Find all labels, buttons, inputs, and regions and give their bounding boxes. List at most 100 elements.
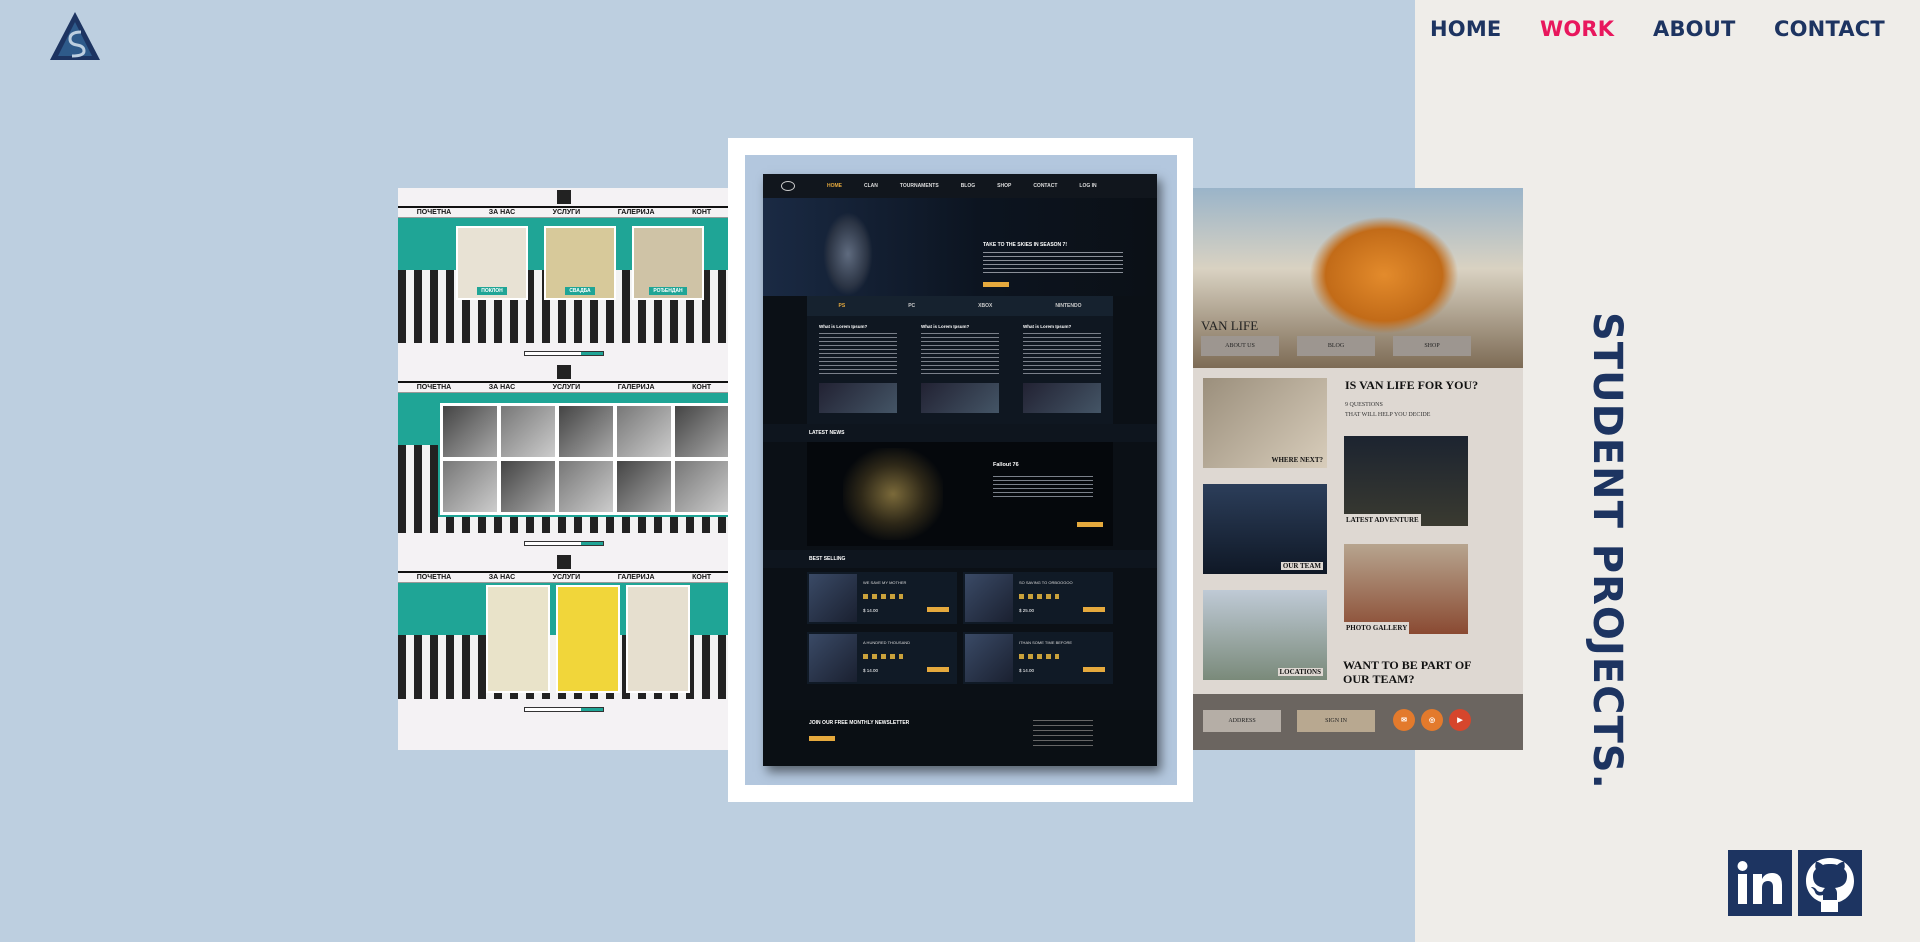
pc-column-heading: What is Lorem Ipsum? <box>921 324 970 329</box>
pc-nav: HOME CLAN TOURNAMENTS BLOG SHOP CONTACT … <box>763 174 1157 198</box>
pc-tab: NINTENDO <box>1055 303 1082 309</box>
pr-social-icon: ✉ <box>1393 709 1415 731</box>
pc-column: What is Lorem Ipsum? <box>921 324 999 424</box>
pr-question: IS VAN LIFE FOR YOU? <box>1345 378 1479 392</box>
pl-nav-item: КОНТ <box>692 209 712 216</box>
pl-card-label: РОЂЕНДАН <box>649 287 687 295</box>
pc-item-name: ITHAN SOME TIME BEFORE <box>1019 640 1073 645</box>
pc-nav-item: TOURNAMENTS <box>899 183 939 189</box>
pl-card <box>486 585 550 693</box>
pc-item-name: SO SAVING TO ORBOOGOO <box>1019 580 1073 585</box>
pl-nav: ПОЧЕТНА ЗА НАС УСЛУГИ ГАЛЕРИЈА КОНТ <box>398 381 730 393</box>
pl-form <box>524 706 604 712</box>
nav-work[interactable]: WORK <box>1540 17 1614 41</box>
project-preview-van-life[interactable]: VAN LIFE ABOUT US BLOG SHOP WHERE NEXT? … <box>1193 188 1523 750</box>
pl-footer <box>398 343 730 363</box>
pr-social-icon: ▶ <box>1449 709 1471 731</box>
pl-nav-item: ПОЧЕТНА <box>416 209 452 216</box>
pc-column-heading: What is Lorem Ipsum? <box>819 324 868 329</box>
pc-logo-icon <box>781 181 795 191</box>
social-links <box>1728 850 1862 916</box>
pc-hero-image <box>823 212 873 296</box>
pl-nav: ПОЧЕТНА ЗА НАС УСЛУГИ ГАЛЕРИЈА КОНТ <box>398 206 730 218</box>
pc-column-heading: What is Lorem Ipsum? <box>1023 324 1072 329</box>
pc-item-price: $ 25.00 <box>1019 608 1035 613</box>
pc-hero-title: TAKE TO THE SKIES IN SEASON 7! <box>983 242 1067 248</box>
pl-logo-icon <box>398 188 730 206</box>
pr-title: VAN LIFE <box>1201 318 1259 333</box>
pr-button: BLOG <box>1297 336 1375 356</box>
pr-thumb: LOCATIONS <box>1203 590 1327 680</box>
pr-thumb: OUR TEAM <box>1203 484 1327 574</box>
pl-nav-item: ПОЧЕТНА <box>416 384 452 391</box>
pl-card <box>626 585 690 693</box>
section-title-text: STUDENT PROJECTS. <box>1584 312 1630 790</box>
pl-logo-icon <box>398 553 730 571</box>
pl-nav-item: ГАЛЕРИЈА <box>617 574 655 581</box>
pr-footer-button: ADDRESS <box>1203 710 1281 732</box>
pc-latest-news-heading: LATEST NEWS <box>763 424 1157 442</box>
pl-card: РОЂЕНДАН <box>632 226 704 300</box>
pc-item-price: $ 14.00 <box>1019 668 1035 673</box>
pc-news: Fallout 76 <box>807 442 1113 546</box>
pr-footer-button: SIGN IN <box>1297 710 1375 732</box>
pl-form <box>524 540 604 546</box>
pl-gallery <box>438 401 730 517</box>
pr-hero: VAN LIFE ABOUT US BLOG SHOP <box>1193 188 1523 368</box>
pr-questions-sub: THAT WILL HELP YOU DECIDE <box>1345 412 1431 418</box>
pr-footer: ADDRESS SIGN IN ✉ ◎ ▶ <box>1193 694 1523 750</box>
project-preview-gaming-site[interactable]: HOME CLAN TOURNAMENTS BLOG SHOP CONTACT … <box>763 174 1157 766</box>
pc-tab: PC <box>908 303 916 309</box>
pc-nav-item: CONTACT <box>1033 183 1058 189</box>
pc-tab: XBOX <box>978 303 993 309</box>
pl-logo-icon <box>398 363 730 381</box>
pl-nav-item: ЗА НАС <box>488 384 516 391</box>
pl-form <box>524 350 604 356</box>
pc-news-image <box>843 448 943 540</box>
pl-section-1: ПОЧЕТНА ЗА НАС УСЛУГИ ГАЛЕРИЈА КОНТ ПОКЛ… <box>398 188 730 363</box>
pl-nav-item: ПОЧЕТНА <box>416 574 452 581</box>
pr-button: SHOP <box>1393 336 1471 356</box>
pr-buttons: ABOUT US BLOG SHOP <box>1201 336 1471 356</box>
linkedin-icon[interactable] <box>1728 850 1792 916</box>
project-preview-gift-shop[interactable]: ПОЧЕТНА ЗА НАС УСЛУГИ ГАЛЕРИЈА КОНТ ПОКЛ… <box>398 188 730 750</box>
pc-newsletter-button <box>809 736 835 741</box>
pl-card-label: СВАДБА <box>565 287 595 295</box>
github-icon[interactable] <box>1798 850 1862 916</box>
pl-nav-item: КОНТ <box>692 574 712 581</box>
pr-caption: OUR TEAM <box>1280 562 1323 570</box>
pl-nav-item: КОНТ <box>692 384 712 391</box>
pl-nav-item: УСЛУГИ <box>552 209 581 216</box>
pl-nav: ПОЧЕТНА ЗА НАС УСЛУГИ ГАЛЕРИЈА КОНТ <box>398 571 730 583</box>
pc-item: ITHAN SOME TIME BEFORE $ 14.00 <box>963 632 1113 684</box>
pc-news-text <box>993 476 1093 500</box>
logo-icon[interactable] <box>48 10 102 62</box>
pr-thumb: LATEST ADVENTURE <box>1344 436 1468 526</box>
pl-nav-item: ЗА НАС <box>488 574 516 581</box>
pr-cta: WANT TO BE PART OF OUR TEAM? <box>1343 658 1472 686</box>
pc-nav-item: CLAN <box>864 183 878 189</box>
pl-nav-item: ГАЛЕРИЈА <box>617 384 655 391</box>
pc-column: What is Lorem Ipsum? <box>1023 324 1101 424</box>
nav-home[interactable]: HOME <box>1430 17 1501 41</box>
pl-card <box>556 585 620 693</box>
pl-footer <box>398 533 730 553</box>
pr-caption: PHOTO GALLERY <box>1344 622 1410 634</box>
pr-social-icon: ◎ <box>1421 709 1443 731</box>
pr-caption: LOCATIONS <box>1277 668 1323 676</box>
pc-hero: TAKE TO THE SKIES IN SEASON 7! <box>763 198 1157 296</box>
pl-section-3: ПОЧЕТНА ЗА НАС УСЛУГИ ГАЛЕРИЈА КОНТ <box>398 553 730 719</box>
pr-thumb: WHERE NEXT? <box>1203 378 1327 468</box>
pl-band <box>398 393 730 533</box>
nav-contact[interactable]: CONTACT <box>1774 17 1885 41</box>
pl-card: СВАДБА <box>544 226 616 300</box>
pc-nav-item: LOG IN <box>1079 183 1097 189</box>
pc-nav-item: SHOP <box>997 183 1012 189</box>
nav-about[interactable]: ABOUT <box>1653 17 1736 41</box>
pl-band: ПОКЛОН СВАДБА РОЂЕНДАН <box>398 218 730 343</box>
pc-news-title: Fallout 76 <box>993 462 1019 468</box>
pr-questions-small: 9 QUESTIONS <box>1345 402 1383 408</box>
pc-items: WE SAVE MY MOTHER $ 14.00 SO SAVING TO OR… <box>807 568 1113 684</box>
pc-nav-item: BLOG <box>960 183 976 189</box>
pr-van-image <box>1309 216 1459 334</box>
